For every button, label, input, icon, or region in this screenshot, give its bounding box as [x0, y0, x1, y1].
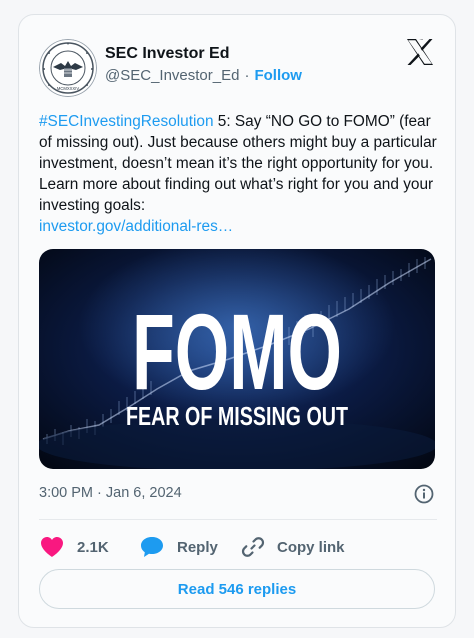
copy-link-label: Copy link: [277, 538, 345, 556]
tweet-card: MCMXXXIV SEC Investor Ed @SEC_Investor_E…: [18, 14, 456, 628]
read-replies-button[interactable]: Read 546 replies: [39, 569, 435, 609]
account-handle[interactable]: @SEC_Investor_Ed: [105, 67, 239, 84]
timestamp[interactable]: 3:00 PM · Jan 6, 2024: [39, 485, 182, 501]
image-subtitle: FEAR OF MISSING OUT: [126, 401, 348, 431]
heart-icon: [41, 537, 63, 557]
follow-button[interactable]: Follow: [254, 67, 302, 84]
image-title: FOMO: [132, 291, 342, 412]
like-button[interactable]: 2.1K: [39, 533, 109, 561]
handle-row: @SEC_Investor_Ed · Follow: [105, 67, 302, 84]
link-icon: [241, 537, 265, 557]
info-icon[interactable]: [413, 483, 435, 505]
copy-link-button[interactable]: Copy link: [241, 533, 345, 561]
sec-seal-icon: MCMXXXIV: [39, 39, 97, 97]
external-link[interactable]: investor.gov/additional-res…: [39, 218, 233, 235]
x-logo-icon[interactable]: [405, 37, 435, 67]
seal-text: MCMXXXIV: [57, 86, 80, 91]
reply-button[interactable]: Reply: [139, 533, 218, 561]
avatar[interactable]: MCMXXXIV: [39, 39, 97, 97]
reply-label: Reply: [177, 538, 218, 556]
reply-bubble-icon: [141, 537, 163, 557]
account-name[interactable]: SEC Investor Ed: [105, 45, 229, 63]
divider: [39, 519, 437, 520]
tweet-image[interactable]: FOMO FEAR OF MISSING OUT: [39, 249, 435, 469]
hashtag-link[interactable]: #SECInvestingResolution: [39, 113, 214, 130]
separator-dot: ·: [244, 67, 250, 84]
like-count: 2.1K: [77, 538, 109, 556]
tweet-text: #SECInvestingResolution 5: Say “NO GO to…: [39, 111, 443, 237]
